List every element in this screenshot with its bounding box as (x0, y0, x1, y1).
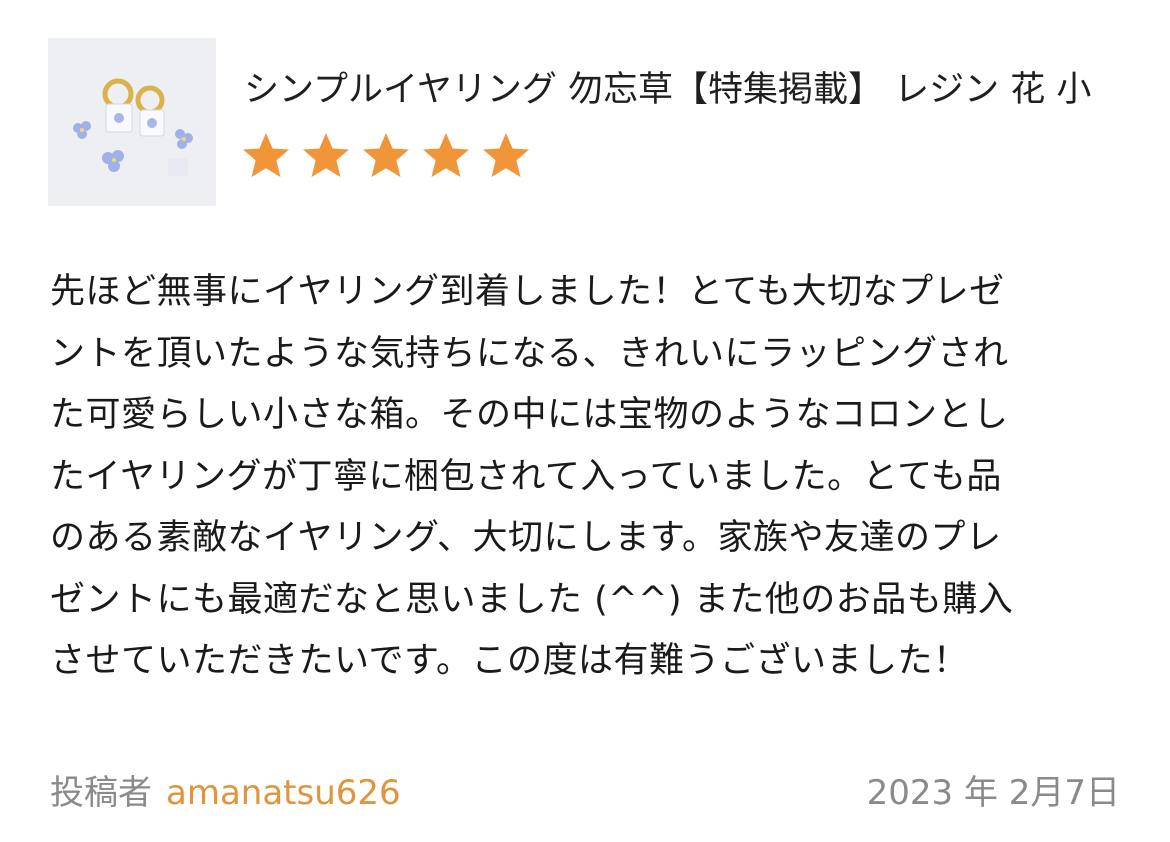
star-rating (240, 130, 532, 182)
poster-name-link[interactable]: amanatsu626 (166, 773, 401, 813)
star-icon (423, 133, 469, 177)
product-header[interactable]: シンプルイヤリング 勿忘草【特集掲載】 レジン 花 小 (48, 38, 1170, 208)
poster-label: 投稿者 (50, 773, 152, 813)
star-icon (243, 133, 289, 177)
review-date: 2023 年 2月7日 (866, 773, 1120, 813)
review-meta: 投稿者 amanatsu626 2023 年 2月7日 (50, 770, 1120, 816)
review-line: ントを頂いたような気持ちになる、きれいにラッピングされ (50, 333, 1009, 374)
star-icon (303, 133, 349, 177)
review-line: 先ほど無事にイヤリング到着しました！とても大切なプレゼ (50, 272, 1005, 312)
star-icon (363, 133, 409, 177)
review-line: ゼントにも最適だなと思いました (^^) また他のお品も購入 (50, 579, 1014, 620)
review-text: 先ほど無事にイヤリング到着しました！とても大切なプレゼ ントを頂いたような気持ち… (50, 262, 1120, 693)
review-card: シンプルイヤリング 勿忘草【特集掲載】 レジン 花 小 先ほど無事にイヤリング到… (0, 0, 1170, 842)
product-thumbnail[interactable] (48, 38, 216, 206)
earring-product-photo-icon (48, 38, 216, 206)
product-title[interactable]: シンプルイヤリング 勿忘草【特集掲載】 レジン 花 小 (244, 68, 1170, 112)
review-line: たイヤリングが丁寧に梱包されて入っていました。とても品 (50, 456, 1002, 497)
review-line: させていただきたいです。この度は有難うございました！ (50, 641, 969, 681)
review-line: た可愛らしい小さな箱。その中には宝物のようなコロンとし (50, 395, 1009, 435)
review-line: のある素敵なイヤリング、大切にします。家族や友達のプレ (50, 518, 1002, 558)
star-icon (483, 133, 529, 177)
